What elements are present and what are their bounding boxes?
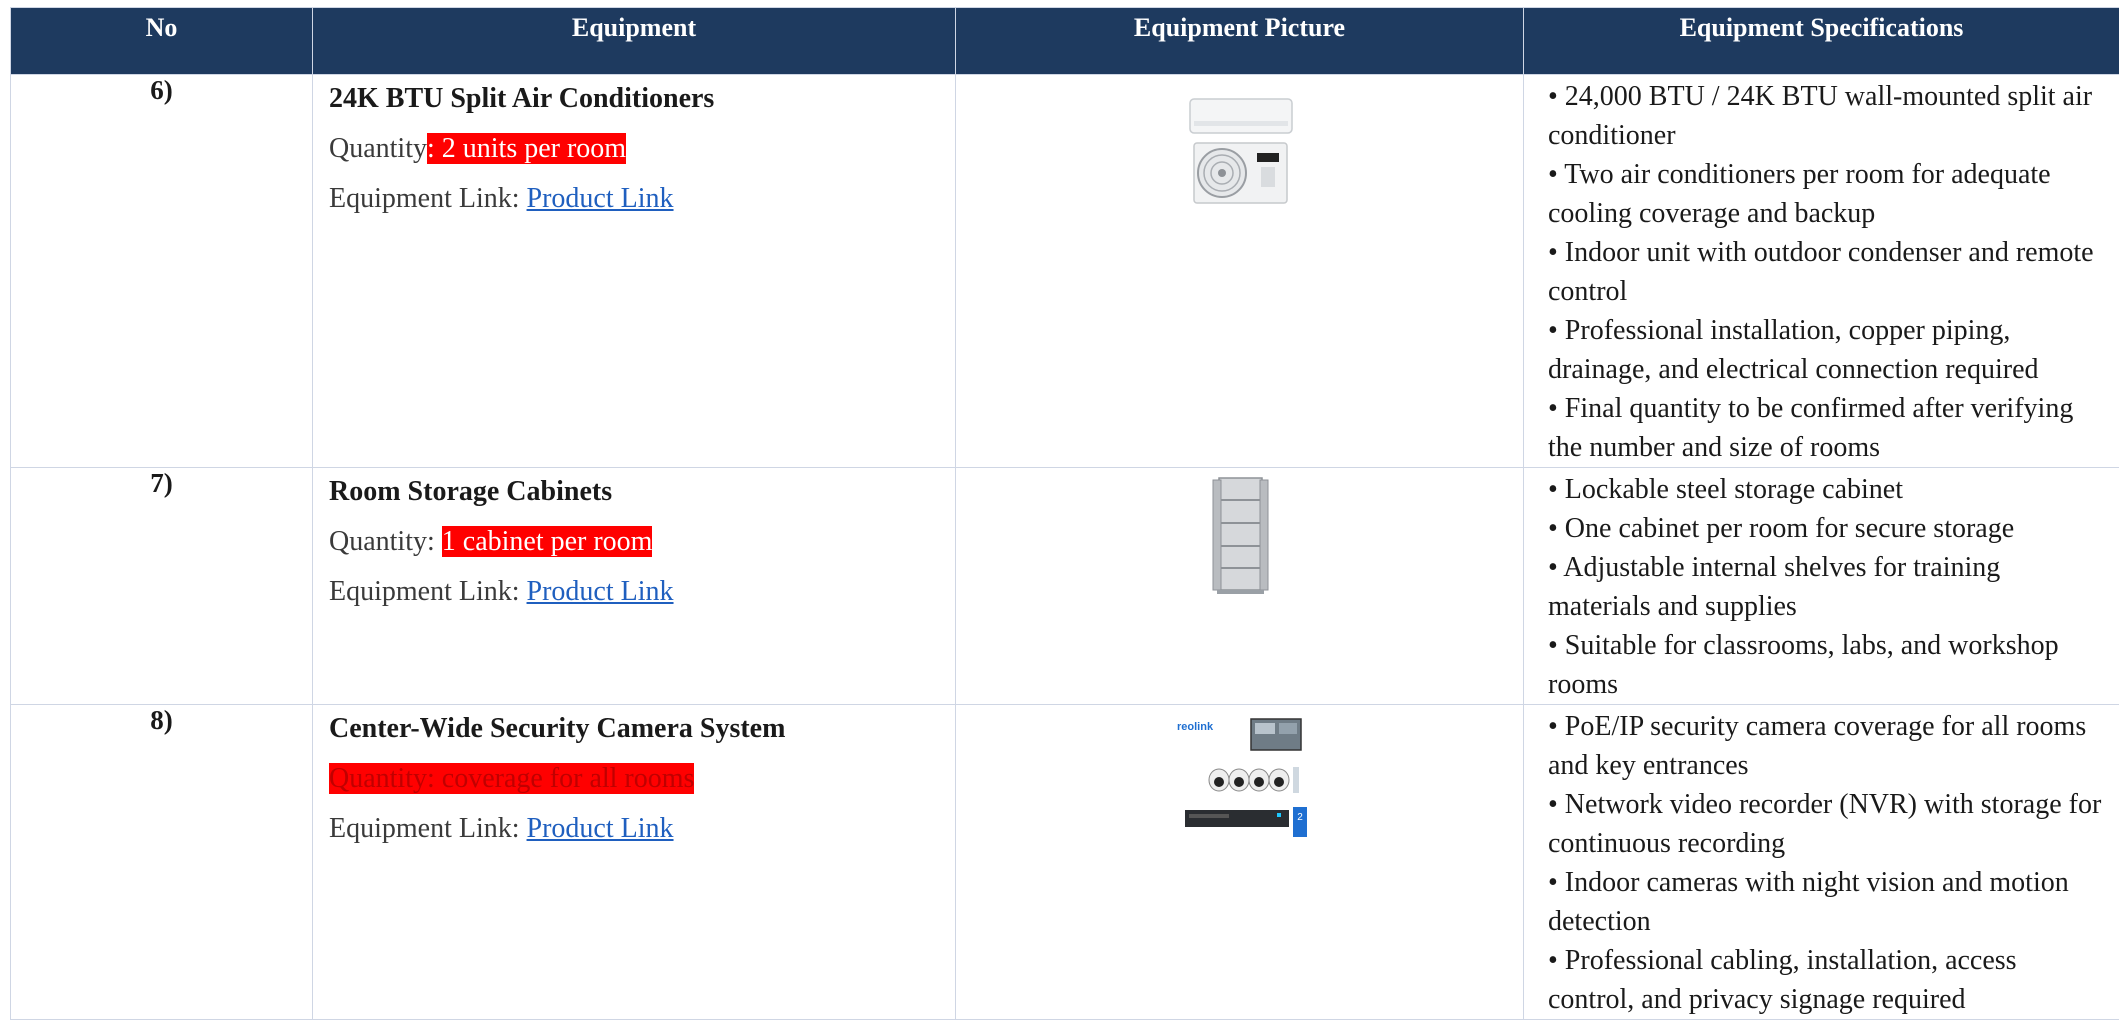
spec-item: • Indoor cameras with night vision and m… — [1548, 863, 2109, 941]
quantity-line: Quantity: 2 units per room — [329, 129, 939, 169]
row-number: 7) — [11, 468, 313, 705]
spec-item: • Network video recorder (NVR) with stor… — [1548, 785, 2109, 863]
equipment-cell: 24K BTU Split Air Conditioners Quantity:… — [313, 75, 956, 468]
equipment-name: Room Storage Cabinets — [329, 472, 939, 512]
spec-item: • Professional installation, copper pipi… — [1548, 311, 2109, 389]
equipment-link-label: Equipment Link: — [329, 813, 527, 844]
quantity-highlight: Quantity: coverage for all rooms — [329, 763, 694, 794]
equipment-picture-cell — [956, 468, 1524, 705]
quantity-line: Quantity: 1 cabinet per room — [329, 522, 939, 562]
spec-item: • Lockable steel storage cabinet — [1548, 470, 2109, 509]
product-link[interactable]: Product Link — [527, 183, 674, 214]
table-row: 7) Room Storage Cabinets Quantity: 1 cab… — [11, 468, 2119, 705]
equipment-table: No Equipment Equipment Picture Equipment… — [10, 7, 2119, 1020]
product-link[interactable]: Product Link — [527, 813, 674, 844]
split-air-conditioner-image — [1119, 75, 1360, 236]
steel-cabinet-image — [1119, 468, 1360, 598]
equipment-name: Center-Wide Security Camera System — [329, 709, 939, 749]
quantity-highlight: : 2 units per room — [427, 133, 626, 164]
header-equipment-specifications: Equipment Specifications — [1524, 8, 2119, 75]
equipment-link-label: Equipment Link: — [329, 183, 527, 214]
spec-item: • One cabinet per room for secure storag… — [1548, 509, 2109, 548]
equipment-link-line: Equipment Link: Product Link — [329, 809, 939, 849]
security-camera-kit-image: reolink — [1119, 705, 1360, 866]
equipment-cell: Center-Wide Security Camera System Quant… — [313, 705, 956, 1020]
equipment-link-line: Equipment Link: Product Link — [329, 179, 939, 219]
quantity-label: Quantity — [329, 133, 427, 164]
quantity-highlight: 1 cabinet per room — [442, 526, 653, 557]
specifications-cell: • PoE/IP security camera coverage for al… — [1524, 705, 2119, 1020]
spec-item: • Indoor unit with outdoor condenser and… — [1548, 233, 2109, 311]
row-number: 8) — [11, 705, 313, 1020]
table-header-row: No Equipment Equipment Picture Equipment… — [11, 8, 2119, 75]
row-number: 6) — [11, 75, 313, 468]
svg-text:2: 2 — [1297, 812, 1303, 823]
header-no: No — [11, 8, 313, 75]
brand-logo: reolink — [1177, 721, 1214, 733]
spec-item: • Final quantity to be confirmed after v… — [1548, 389, 2109, 467]
header-equipment-picture: Equipment Picture — [956, 8, 1524, 75]
quantity-label: Quantity: — [329, 526, 442, 557]
equipment-picture-cell — [956, 75, 1524, 468]
table-row: 6) 24K BTU Split Air Conditioners Quanti… — [11, 75, 2119, 468]
equipment-link-line: Equipment Link: Product Link — [329, 572, 939, 612]
table-row: 8) Center-Wide Security Camera System Qu… — [11, 705, 2119, 1020]
equipment-cell: Room Storage Cabinets Quantity: 1 cabine… — [313, 468, 956, 705]
equipment-name: 24K BTU Split Air Conditioners — [329, 79, 939, 119]
spec-item: • PoE/IP security camera coverage for al… — [1548, 707, 2109, 785]
product-link[interactable]: Product Link — [527, 576, 674, 607]
header-equipment: Equipment — [313, 8, 956, 75]
spec-item: • Suitable for classrooms, labs, and wor… — [1548, 626, 2109, 704]
specifications-cell: • 24,000 BTU / 24K BTU wall-mounted spli… — [1524, 75, 2119, 468]
quantity-line: Quantity: coverage for all rooms — [329, 759, 939, 799]
specifications-cell: • Lockable steel storage cabinet • One c… — [1524, 468, 2119, 705]
spec-item: • 24,000 BTU / 24K BTU wall-mounted spli… — [1548, 77, 2109, 155]
spec-item: • Professional cabling, installation, ac… — [1548, 941, 2109, 1019]
spec-item: • Two air conditioners per room for adeq… — [1548, 155, 2109, 233]
spec-item: • Adjustable internal shelves for traini… — [1548, 548, 2109, 626]
equipment-link-label: Equipment Link: — [329, 576, 527, 607]
equipment-picture-cell: reolink — [956, 705, 1524, 1020]
